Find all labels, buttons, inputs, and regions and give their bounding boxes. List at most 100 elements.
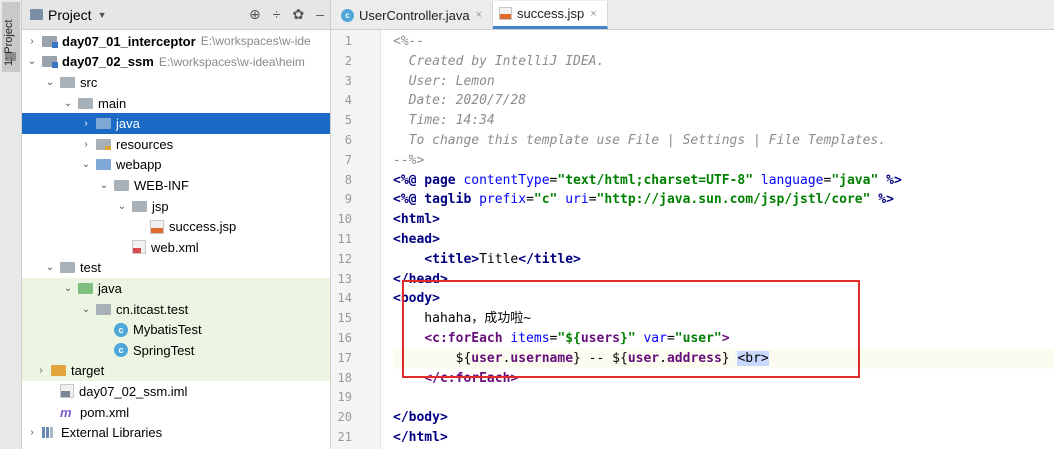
locate-icon[interactable]: ⊕ (249, 6, 261, 23)
project-view-icon (30, 9, 43, 20)
code-token: </html> (393, 430, 448, 445)
chevron-down-icon[interactable]: ⌄ (80, 159, 92, 170)
code-line: <%-- (393, 32, 1053, 52)
line-number: 13 (337, 271, 352, 286)
chevron-right-icon[interactable]: › (26, 36, 38, 47)
code-token: </title> (518, 251, 581, 267)
gear-icon[interactable]: ✿ (292, 6, 304, 23)
tree-item-label: day07_02_ssm.iml (79, 383, 188, 399)
code-line: </body> (393, 408, 1053, 428)
tree-item-label: java (98, 280, 122, 296)
pkg-icon (96, 303, 111, 315)
tree-item[interactable]: c MybatisTest (22, 319, 330, 340)
line-number: 8 (344, 172, 352, 187)
tree-item[interactable]: ⌄ cn.itcast.test (22, 298, 330, 320)
chevron-right-icon[interactable]: › (80, 118, 92, 129)
tree-item[interactable]: day07_02_ssm.iml (22, 381, 330, 402)
code-token: To change this template use File | Setti… (393, 133, 887, 148)
folder-icon (60, 262, 75, 274)
target-icon (51, 365, 66, 377)
chevron-right-icon[interactable]: › (80, 139, 92, 150)
code-token: Date: 2020/7/28 (393, 93, 527, 109)
tree-item-label: webapp (116, 157, 162, 173)
tree-item[interactable]: ⌄ webapp (22, 155, 330, 176)
line-number: 12 (337, 251, 352, 266)
line-number: 17 (337, 350, 352, 365)
line-number-gutter: 12345678910111213141516171819202122 (331, 30, 381, 449)
chevron-right-icon[interactable]: › (26, 427, 38, 438)
code-token: prefix (479, 192, 527, 208)
code-line: Created by IntelliJ IDEA. (393, 52, 1053, 72)
tree-item[interactable]: ⌄ WEB-INF (22, 175, 330, 196)
tree-item[interactable]: success.jsp (22, 216, 330, 237)
tree-item-label: test (80, 260, 101, 276)
code-line: --%> (393, 151, 1053, 171)
close-icon[interactable]: × (590, 8, 596, 20)
tree-item-label: success.jsp (169, 219, 237, 235)
tree-item-label: MybatisTest (133, 322, 202, 338)
tree-item[interactable]: › java (22, 113, 330, 134)
code-editor[interactable]: <%-- Created by IntelliJ IDEA. User: Lem… (393, 30, 1053, 449)
tree-item-label: web.xml (151, 239, 199, 255)
chevron-down-icon[interactable]: ⌄ (44, 77, 56, 88)
tree-item[interactable]: ⌄ jsp (22, 196, 330, 217)
chevron-down-icon[interactable]: ▼ (98, 10, 107, 20)
chevron-down-icon[interactable]: ⌄ (98, 180, 110, 191)
tree-item[interactable]: m pom.xml (22, 402, 330, 423)
hide-icon[interactable]: – (316, 6, 324, 23)
code-token: language (760, 172, 824, 188)
close-icon[interactable]: × (476, 9, 482, 21)
line-number: 6 (344, 133, 352, 147)
line-number: 20 (337, 410, 352, 425)
tree-item[interactable]: › External Libraries (22, 422, 330, 443)
tree-item[interactable]: ⌄ main (22, 93, 330, 114)
tree-item[interactable]: › resources (22, 134, 330, 155)
tree-item[interactable]: › day07_01_interceptor E:\workspaces\w-ide (22, 31, 330, 52)
code-token: --%> (393, 152, 425, 168)
code-token: <%-- (393, 34, 425, 49)
code-token: = (526, 192, 534, 208)
tree-item-label: src (80, 74, 98, 90)
collapse-all-icon[interactable]: ÷ (273, 6, 281, 23)
editor-tab[interactable]: success.jsp × (492, 1, 608, 29)
tree-item[interactable]: › target (22, 360, 330, 382)
project-view-selector[interactable]: Project (48, 7, 92, 23)
tree-item[interactable]: web.xml (22, 237, 330, 258)
tree-item[interactable]: ⌄ test (22, 258, 330, 279)
tree-item[interactable]: ⌄ src (22, 72, 330, 93)
tree-item[interactable]: ⌄ java (22, 278, 330, 299)
class-icon: c (114, 343, 128, 358)
tree-item[interactable]: ⌄ day07_02_ssm E:\workspaces\w-idea\heim (22, 52, 330, 73)
ext-icon (42, 427, 56, 439)
chevron-down-icon[interactable]: ⌄ (44, 262, 56, 273)
tree-item-label: WEB-INF (134, 177, 189, 193)
test-icon (78, 282, 93, 294)
res-icon (96, 138, 111, 150)
chevron-down-icon[interactable]: ⌄ (62, 283, 74, 294)
line-number: 10 (337, 212, 352, 227)
line-number: 11 (337, 232, 352, 246)
line-number: 5 (344, 113, 352, 128)
chevron-down-icon[interactable]: ⌄ (80, 304, 92, 315)
folder-icon (132, 200, 147, 212)
jsp-icon (150, 219, 164, 234)
folder-icon (60, 76, 75, 88)
src-icon (96, 118, 111, 130)
tree-item-path: E:\workspaces\w-ide (200, 34, 311, 49)
line-number: 21 (337, 430, 352, 444)
chevron-right-icon[interactable]: › (35, 365, 47, 376)
tree-item-label: SpringTest (133, 342, 195, 358)
tree-item-label: resources (116, 136, 174, 152)
chevron-down-icon[interactable]: ⌄ (62, 98, 74, 109)
chevron-down-icon[interactable]: ⌄ (26, 56, 38, 67)
tree-item[interactable]: c SpringTest (22, 340, 330, 361)
line-number: 2 (344, 53, 352, 68)
tree-item-label: java (116, 116, 140, 132)
code-token: Title (479, 251, 519, 267)
maven-icon: m (60, 404, 72, 420)
editor-tab[interactable]: c UserController.java × (335, 1, 493, 29)
code-token: "c" (533, 192, 558, 208)
line-number: 1 (344, 34, 352, 48)
chevron-down-icon[interactable]: ⌄ (116, 201, 128, 212)
